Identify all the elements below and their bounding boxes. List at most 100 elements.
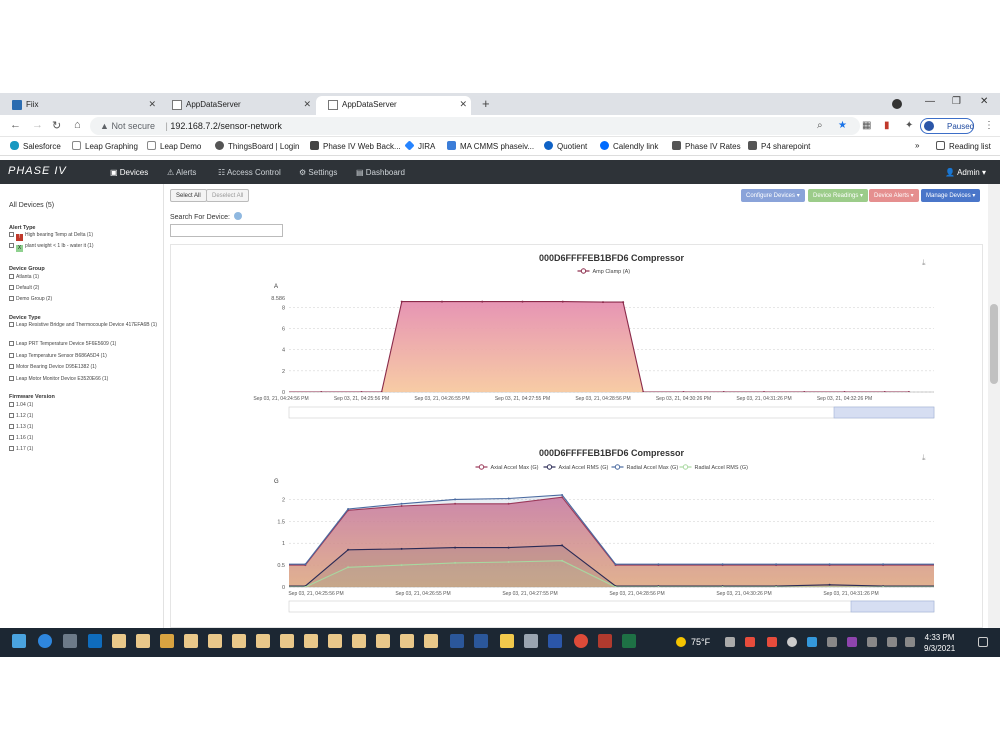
filter-item[interactable]: 1.12 (1) — [9, 413, 159, 420]
bookmark-thingsboard[interactable]: ThingsBoard | Login — [215, 141, 299, 151]
system-clock[interactable]: 4:33 PM 9/3/2021 — [924, 632, 955, 654]
navigator-thumb[interactable] — [850, 600, 935, 613]
mail-icon[interactable] — [304, 634, 318, 648]
extension-icon[interactable]: ▦ — [862, 120, 871, 131]
mail-icon[interactable] — [232, 634, 246, 648]
puzzle-icon[interactable]: ✦ — [905, 120, 913, 131]
checkbox[interactable] — [9, 402, 14, 407]
browser-tab[interactable]: AppDataServer ✕ — [160, 96, 315, 115]
bookmarks-more-button[interactable]: » — [915, 141, 919, 150]
filter-item[interactable]: Leap Temperature Sensor B686A5D4 (1) — [9, 353, 159, 360]
extension-red-icon[interactable]: ▮ — [884, 120, 890, 131]
mail-icon[interactable] — [136, 634, 150, 648]
select-all-button[interactable]: Select All — [170, 189, 207, 202]
tray-icon[interactable] — [847, 637, 857, 647]
scrollbar-thumb[interactable] — [990, 304, 998, 384]
mail-icon[interactable] — [184, 634, 198, 648]
bookmark-jira[interactable]: JIRA — [404, 140, 435, 151]
bookmark-leap-graphing[interactable]: Leap Graphing — [72, 141, 138, 151]
zoom-icon[interactable]: ⌕ — [817, 120, 823, 131]
mail-icon[interactable] — [208, 634, 222, 648]
browser-tab[interactable]: Fiix ✕ — [0, 96, 160, 115]
edge-icon[interactable] — [38, 634, 52, 648]
app-red-icon[interactable] — [598, 634, 612, 648]
bookmark-star-icon[interactable]: ★ — [838, 120, 847, 131]
nav-alerts[interactable]: ⚠ Alerts — [167, 168, 196, 177]
reading-list-button[interactable]: Reading list — [936, 141, 991, 151]
checkbox[interactable] — [9, 364, 14, 369]
filter-item[interactable]: Xplant weight < 1 lb - water it (1) — [9, 243, 159, 252]
filter-item[interactable]: ! High bearing Temp at Delta (1) — [9, 232, 159, 241]
battery-icon[interactable] — [867, 637, 877, 647]
mail-icon[interactable] — [256, 634, 270, 648]
tray-icon[interactable] — [767, 637, 777, 647]
recycle-icon[interactable] — [524, 634, 538, 648]
phase-iv-app-icon[interactable] — [548, 634, 562, 648]
window-close-icon[interactable]: ✕ — [980, 96, 988, 107]
address-bar[interactable]: ▲ Not secure | 192.168.7.2/sensor-networ… — [90, 117, 860, 135]
checkbox[interactable] — [9, 322, 14, 327]
filter-item[interactable]: Demo Group (2) — [9, 296, 159, 303]
manage-devices-button[interactable]: Manage Devices ▾ — [921, 189, 981, 202]
bookmark-phase-iv-rates[interactable]: Phase IV Rates — [672, 141, 741, 151]
tray-icon[interactable] — [787, 637, 797, 647]
filter-item[interactable]: 1.17 (1) — [9, 446, 159, 453]
word-icon[interactable] — [450, 634, 464, 648]
filter-item[interactable]: Default (2) — [9, 285, 159, 292]
mail-icon[interactable] — [400, 634, 414, 648]
bookmark-ma-cmms[interactable]: MA CMMS phaseiv... — [447, 141, 534, 151]
checkbox[interactable] — [9, 243, 14, 248]
checkbox[interactable] — [9, 424, 14, 429]
checkbox[interactable] — [9, 376, 14, 381]
device-alerts-button[interactable]: Device Alerts ▾ — [869, 189, 919, 202]
nav-dashboard[interactable]: ▤ Dashboard — [356, 168, 405, 177]
deselect-all-button[interactable]: Deselect All — [206, 189, 250, 202]
search-device-input[interactable] — [170, 224, 283, 237]
sticky-notes-icon[interactable] — [500, 634, 514, 648]
navigator-thumb[interactable] — [833, 406, 935, 419]
checkbox[interactable] — [9, 341, 14, 346]
nav-access-control[interactable]: ☷ Access Control — [218, 168, 281, 177]
browser-tab-active[interactable]: AppDataServer ✕ — [316, 96, 471, 115]
menu-dots-icon[interactable]: ⋮ — [984, 120, 994, 131]
bookmark-salesforce[interactable]: Salesforce — [10, 141, 61, 151]
restore-icon[interactable]: ❐ — [952, 96, 961, 107]
filter-item[interactable]: 1.16 (1) — [9, 435, 159, 442]
tray-icon[interactable] — [807, 637, 817, 647]
app-s-icon[interactable] — [63, 634, 77, 648]
notifications-icon[interactable] — [978, 637, 988, 647]
device-readings-button[interactable]: Device Readings ▾ — [808, 189, 869, 202]
configure-devices-button[interactable]: Configure Devices ▾ — [741, 189, 805, 202]
windows-start-icon[interactable] — [12, 634, 26, 648]
mail-icon[interactable] — [328, 634, 342, 648]
filter-item[interactable]: 1.04 (1) — [9, 402, 159, 409]
filter-item[interactable]: Leap PRT Temperature Device 5F6E5609 (1) — [9, 341, 159, 348]
mail-icon[interactable] — [112, 634, 126, 648]
filter-item[interactable]: Leap Motor Monitor Device E3520E66 (1) — [9, 376, 159, 383]
volume-icon[interactable] — [905, 637, 915, 647]
excel-icon[interactable] — [622, 634, 636, 648]
close-tab-icon[interactable]: ✕ — [303, 99, 311, 110]
mail-icon[interactable] — [376, 634, 390, 648]
bookmark-phase-iv-web[interactable]: Phase IV Web Back... — [310, 141, 401, 151]
download-icon[interactable]: ⤓ — [922, 453, 926, 462]
notification-bell-icon[interactable] — [160, 634, 174, 648]
weather-widget[interactable]: 75°F — [676, 637, 710, 647]
reload-icon[interactable]: ↻ — [52, 119, 61, 132]
mail-icon[interactable] — [280, 634, 294, 648]
close-tab-icon[interactable]: ✕ — [148, 99, 156, 110]
word-icon[interactable] — [474, 634, 488, 648]
filter-item[interactable]: Atlanta (1) — [9, 274, 159, 281]
checkbox[interactable] — [9, 413, 14, 418]
back-icon[interactable]: ← — [10, 119, 21, 131]
forward-icon[interactable]: → — [32, 119, 43, 131]
new-tab-icon[interactable]: + — [482, 96, 490, 111]
filter-item[interactable]: 1.13 (1) — [9, 424, 159, 431]
help-icon[interactable] — [233, 212, 242, 220]
tray-icon[interactable] — [725, 637, 735, 647]
profile-dot-icon[interactable] — [892, 99, 902, 109]
nav-settings[interactable]: ⚙ Settings — [299, 168, 337, 177]
bookmark-leap-demo[interactable]: Leap Demo — [147, 141, 201, 151]
tray-icon[interactable] — [827, 637, 837, 647]
checkbox[interactable] — [9, 296, 14, 301]
